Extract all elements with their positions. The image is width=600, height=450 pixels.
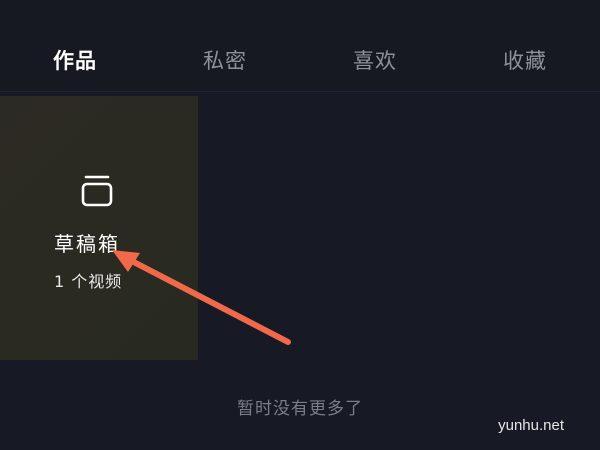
draft-box-card[interactable]: 草稿箱 1 个视频	[0, 96, 198, 360]
tab-likes[interactable]: 喜欢	[300, 24, 450, 96]
status-area	[0, 0, 600, 24]
tab-private[interactable]: 私密	[150, 24, 300, 96]
tab-favorites[interactable]: 收藏	[450, 24, 600, 96]
draft-box-title: 草稿箱	[54, 232, 120, 256]
watermark: yunhu.net	[498, 417, 564, 434]
works-content: 草稿箱 1 个视频 暂时没有更多了	[0, 92, 600, 450]
profile-tab-bar: 作品 私密 喜欢 收藏	[0, 24, 600, 115]
draft-box-icon	[81, 175, 113, 207]
draft-box-count: 1 个视频	[54, 272, 123, 291]
tab-works[interactable]: 作品	[0, 24, 150, 96]
no-more-hint: 暂时没有更多了	[237, 399, 363, 419]
